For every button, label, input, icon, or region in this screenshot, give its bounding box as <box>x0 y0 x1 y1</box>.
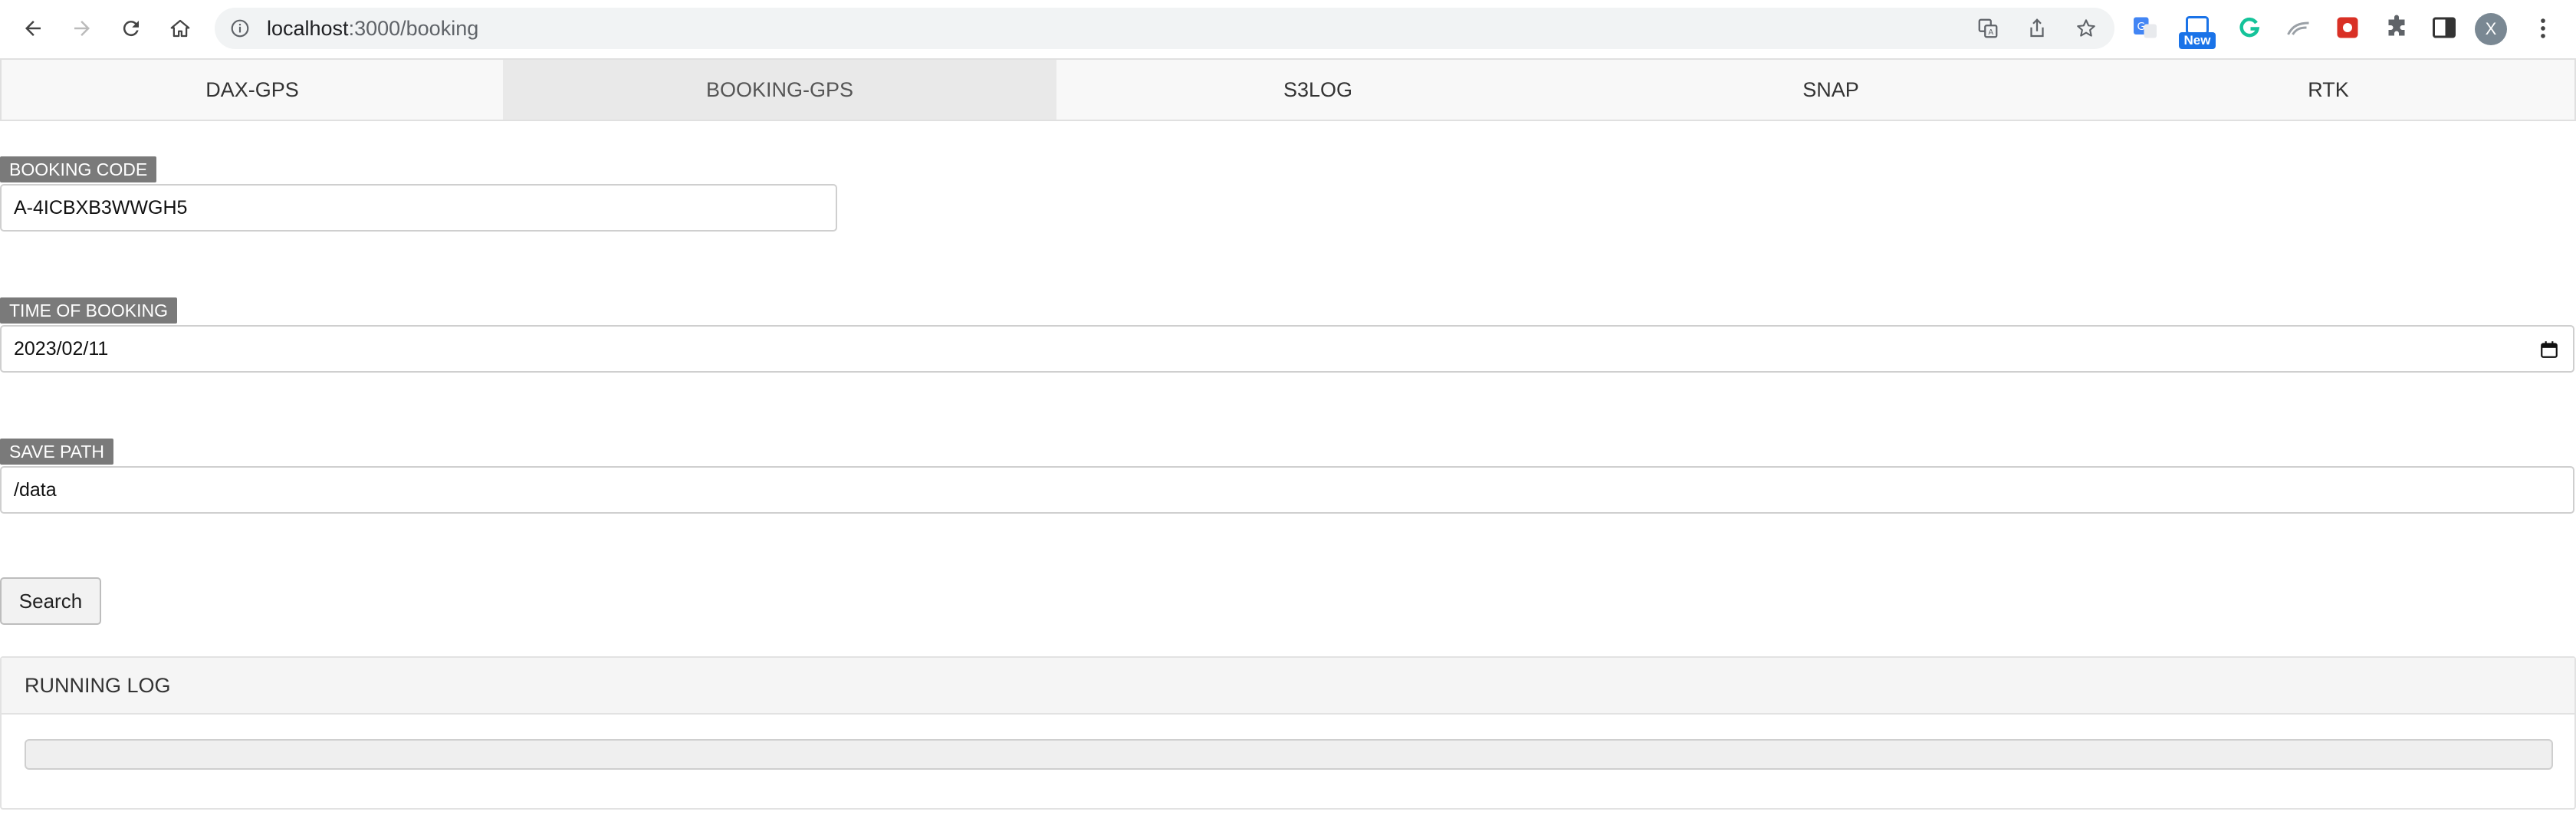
svg-text:A: A <box>1988 28 1993 37</box>
running-log-panel: RUNNING LOG <box>0 656 2576 810</box>
save-path-input[interactable]: /data <box>0 466 2574 514</box>
home-icon[interactable] <box>163 11 198 46</box>
tab-s3log[interactable]: S3LOG <box>1056 60 1579 120</box>
booking-code-input[interactable]: A-4ICBXB3WWGH5 <box>0 184 837 232</box>
grammarly-extension-icon[interactable] <box>2236 14 2263 41</box>
back-icon[interactable] <box>15 11 51 46</box>
network-extension-icon[interactable] <box>2285 14 2312 41</box>
booking-code-label: BOOKING CODE <box>0 156 157 182</box>
share-icon[interactable] <box>2026 17 2049 40</box>
tab-booking-gps[interactable]: BOOKING-GPS <box>503 60 1056 120</box>
tab-rtk[interactable]: RTK <box>2082 60 2574 120</box>
time-of-booking-date-input[interactable]: 2023/02/11 <box>0 325 2574 373</box>
time-of-booking-label: TIME OF BOOKING <box>0 297 178 324</box>
tab-label: BOOKING-GPS <box>705 77 854 101</box>
address-bar[interactable]: localhost:3000/booking A <box>215 8 2114 49</box>
running-log-title: RUNNING LOG <box>2 658 2574 715</box>
browser-toolbar: localhost:3000/booking A G New X <box>0 0 2576 57</box>
calendar-icon[interactable] <box>2539 340 2559 360</box>
search-button[interactable]: Search <box>0 577 101 625</box>
profile-avatar[interactable]: X <box>2475 13 2507 45</box>
tab-snap[interactable]: SNAP <box>1579 60 2082 120</box>
new-badge: New <box>2179 32 2216 49</box>
forward-icon[interactable] <box>64 11 100 46</box>
tab-label: RTK <box>2308 77 2349 101</box>
running-log-progress-bar <box>25 739 2553 770</box>
svg-text:G: G <box>2137 21 2145 33</box>
url-path: :3000/booking <box>348 17 479 40</box>
tab-label: DAX-GPS <box>205 77 299 101</box>
site-info-icon[interactable] <box>230 18 250 38</box>
url-text[interactable]: localhost:3000/booking <box>267 18 478 39</box>
side-panel-icon[interactable] <box>2430 14 2458 41</box>
save-path-value: /data <box>14 478 57 501</box>
app-tabs: DAX-GPS BOOKING-GPS S3LOG SNAP RTK <box>0 58 2576 121</box>
url-host: localhost <box>267 17 349 40</box>
tab-label: SNAP <box>1802 77 1859 101</box>
time-of-booking-value: 2023/02/11 <box>14 337 109 360</box>
translate-icon[interactable]: A <box>1976 17 1999 40</box>
tab-label: S3LOG <box>1283 77 1353 101</box>
google-translate-extension-icon[interactable]: G <box>2131 14 2159 41</box>
reload-icon[interactable] <box>113 11 149 46</box>
tab-dax-gps[interactable]: DAX-GPS <box>2 60 503 120</box>
red-extension-icon[interactable] <box>2334 14 2361 41</box>
browser-menu-icon[interactable] <box>2530 15 2556 41</box>
booking-code-value: A-4ICBXB3WWGH5 <box>14 196 188 219</box>
extensions-puzzle-icon[interactable] <box>2383 14 2410 41</box>
bookmark-star-icon[interactable] <box>2075 17 2098 40</box>
save-path-label: SAVE PATH <box>0 439 113 465</box>
